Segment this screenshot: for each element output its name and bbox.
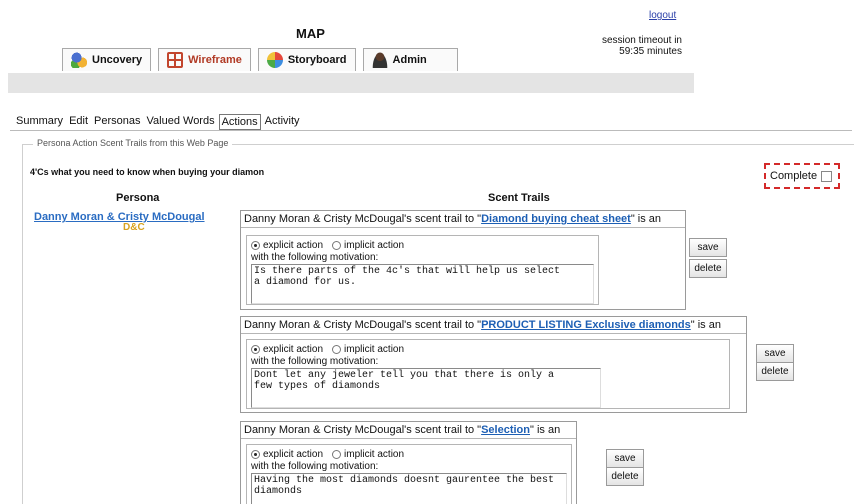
sub-tabs: Summary Edit Personas Valued Words Actio… xyxy=(14,114,302,130)
page-heading: 4'Cs what you need to know when buying y… xyxy=(30,167,265,177)
scent-trails-column-header: Scent Trails xyxy=(488,192,550,204)
implicit-action-label: implicit action xyxy=(344,343,405,355)
tab-storyboard[interactable]: Storyboard xyxy=(257,48,356,71)
scent-trail-card: Danny Moran & Cristy McDougal's scent tr… xyxy=(240,316,794,413)
trail-prefix: Danny Moran & Cristy McDougal's scent tr… xyxy=(244,213,482,225)
session-timeout: session timeout in 59:35 minutes xyxy=(582,35,682,57)
tab-edit[interactable]: Edit xyxy=(67,114,90,130)
motivation-label: with the following motivation: xyxy=(251,461,379,472)
trail-suffix: " is an xyxy=(690,319,721,331)
explicit-action-radio[interactable] xyxy=(251,449,260,459)
scent-trail-heading: Danny Moran & Cristy McDougal's scent tr… xyxy=(241,317,746,334)
people-icon xyxy=(71,52,87,68)
tab-activity[interactable]: Activity xyxy=(263,114,302,130)
app-title: MAP xyxy=(296,26,325,41)
persona-name-link[interactable]: Danny Moran & Cristy McDougal xyxy=(34,211,205,223)
implicit-action-radio[interactable] xyxy=(332,240,342,250)
action-type-row: explicit action implicit action xyxy=(251,447,567,461)
action-type-row: explicit action implicit action xyxy=(251,342,725,356)
save-button[interactable]: save xyxy=(689,238,727,257)
trail-target-link[interactable]: Diamond buying cheat sheet xyxy=(481,213,631,225)
complete-label: Complete xyxy=(770,170,818,182)
trail-suffix: " is an xyxy=(630,213,662,225)
complete-toggle: Complete xyxy=(764,163,840,189)
trail-action-form: explicit action implicit action with the… xyxy=(246,444,572,504)
explicit-action-label: explicit action xyxy=(263,239,324,251)
motivation-textarea[interactable]: Is there parts of the 4c's that will hel… xyxy=(251,264,594,304)
header-bar xyxy=(8,73,694,93)
tab-admin[interactable]: Admin xyxy=(362,48,458,71)
motivation-label: with the following motivation: xyxy=(251,252,379,263)
action-type-row: explicit action implicit action xyxy=(251,238,594,252)
trail-target-link[interactable]: Selection xyxy=(481,424,530,436)
trail-action-form: explicit action implicit action with the… xyxy=(246,235,599,305)
explicit-action-label: explicit action xyxy=(263,448,324,460)
implicit-action-label: implicit action xyxy=(344,239,405,251)
delete-button[interactable]: delete xyxy=(606,467,644,486)
trail-prefix: Danny Moran & Cristy McDougal's scent tr… xyxy=(244,424,482,436)
tab-valued-words[interactable]: Valued Words xyxy=(145,114,217,130)
motivation-textarea[interactable]: Dont let any jeweler tell you that there… xyxy=(251,368,601,408)
storyboard-icon xyxy=(266,52,283,68)
scent-trail-heading: Danny Moran & Cristy McDougal's scent tr… xyxy=(241,422,576,439)
scent-trail-card: Danny Moran & Cristy McDougal's scent tr… xyxy=(240,210,727,310)
implicit-action-radio[interactable] xyxy=(332,449,342,459)
motivation-label: with the following motivation: xyxy=(251,356,379,367)
implicit-action-label: implicit action xyxy=(344,448,405,460)
explicit-action-radio[interactable] xyxy=(251,344,260,354)
tab-wireframe[interactable]: Wireframe xyxy=(158,48,251,71)
tab-uncovery-label: Uncovery xyxy=(92,54,143,66)
tab-uncovery[interactable]: Uncovery xyxy=(62,48,152,71)
tab-actions[interactable]: Actions xyxy=(218,114,261,130)
scent-trail-heading: Danny Moran & Cristy McDougal's scent tr… xyxy=(241,211,685,228)
complete-checkbox[interactable] xyxy=(821,170,833,182)
session-timeout-value: 59:35 minutes xyxy=(619,46,682,57)
trail-target-link[interactable]: PRODUCT LISTING Exclusive diamonds xyxy=(481,319,691,331)
wireframe-icon xyxy=(167,52,184,68)
persona-abbr: D&C xyxy=(123,222,145,233)
tab-summary[interactable]: Summary xyxy=(14,114,65,130)
save-button[interactable]: save xyxy=(606,449,644,468)
logout-link[interactable]: logout xyxy=(649,10,676,21)
section-legend: Persona Action Scent Trails from this We… xyxy=(33,138,233,148)
persona-column-header: Persona xyxy=(116,192,160,204)
explicit-action-radio[interactable] xyxy=(251,240,260,250)
sub-tabs-divider xyxy=(10,130,852,131)
save-button[interactable]: save xyxy=(756,344,794,363)
tab-admin-label: Admin xyxy=(392,54,427,66)
scent-trail-card: Danny Moran & Cristy McDougal's scent tr… xyxy=(240,421,644,504)
delete-button[interactable]: delete xyxy=(756,362,794,381)
admin-icon xyxy=(371,52,388,68)
tab-storyboard-label: Storyboard xyxy=(287,54,347,66)
trail-prefix: Danny Moran & Cristy McDougal's scent tr… xyxy=(244,319,482,331)
trail-suffix: " is an xyxy=(530,424,561,436)
motivation-textarea[interactable]: Having the most diamonds doesnt gaurente… xyxy=(251,473,567,504)
explicit-action-label: explicit action xyxy=(263,343,324,355)
tab-personas[interactable]: Personas xyxy=(92,114,142,130)
tab-wireframe-label: Wireframe xyxy=(188,54,242,66)
session-timeout-label: session timeout in xyxy=(601,35,682,46)
main-nav-tabs: Uncovery Wireframe Storyboard Admin xyxy=(62,48,458,71)
implicit-action-radio[interactable] xyxy=(332,344,342,354)
trail-action-form: explicit action implicit action with the… xyxy=(246,339,730,409)
delete-button[interactable]: delete xyxy=(689,259,727,278)
